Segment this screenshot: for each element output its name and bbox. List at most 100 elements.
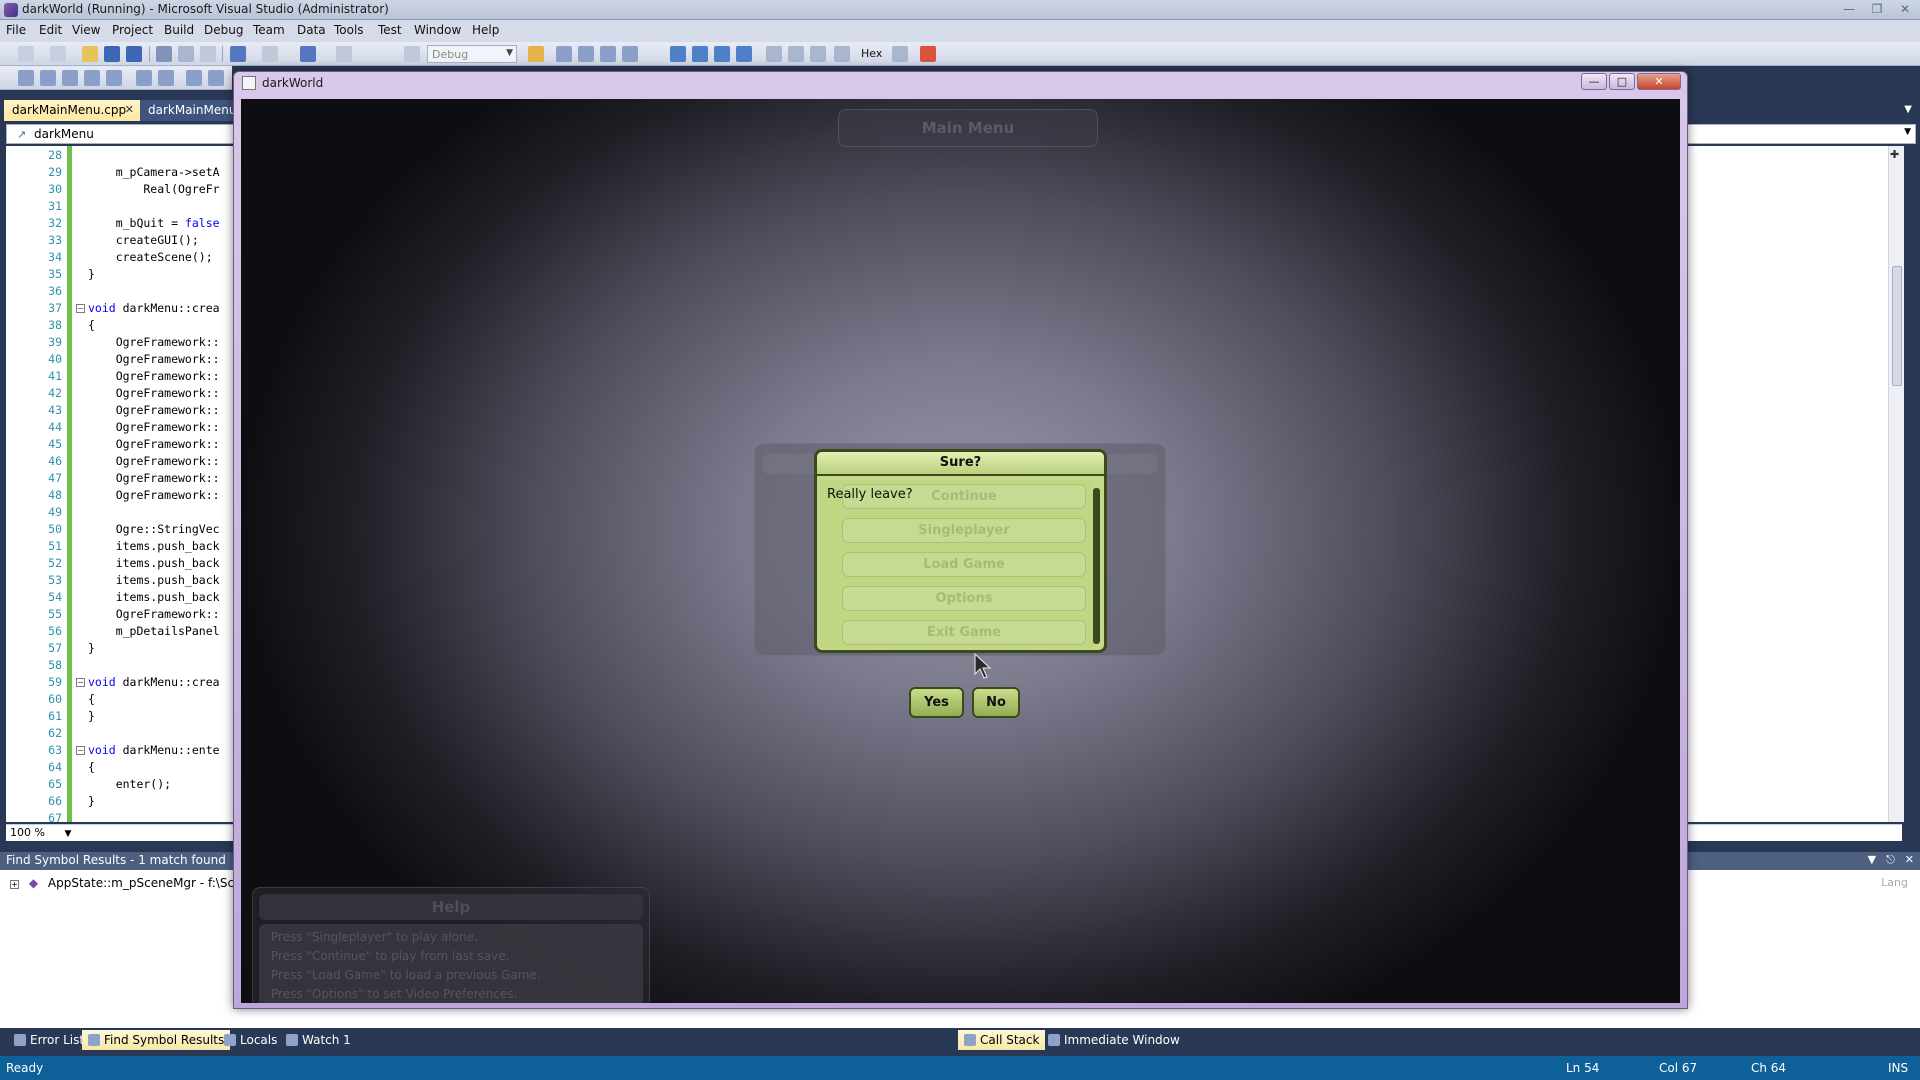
navigate-forward-icon[interactable] <box>336 46 352 62</box>
code-line[interactable]: void darkMenu::crea <box>88 675 220 689</box>
find-in-files-icon[interactable] <box>528 46 544 62</box>
menu-team[interactable]: Team <box>253 23 285 37</box>
code-line[interactable]: { <box>88 692 95 706</box>
menu-window[interactable]: Window <box>414 23 461 37</box>
result-row[interactable]: + ◆ AppState::m_pSceneMgr - f:\Schoo <box>10 876 256 890</box>
close-icon[interactable]: ✕ <box>1637 73 1681 90</box>
chevron-down-icon[interactable]: ▼ <box>1868 853 1876 867</box>
navigate-backward-icon[interactable] <box>300 46 316 62</box>
stop-icon[interactable] <box>920 46 936 62</box>
redo-icon[interactable] <box>262 46 278 62</box>
menu-data[interactable]: Data <box>297 23 326 37</box>
chevron-down-icon[interactable]: ▼ <box>64 829 71 839</box>
breakpoints-icon[interactable] <box>892 46 908 62</box>
properties-icon[interactable] <box>578 46 594 62</box>
show-next-statement-icon[interactable] <box>766 46 782 62</box>
save-icon[interactable] <box>104 46 120 62</box>
tab-immediate-window[interactable]: Immediate Window <box>1042 1030 1186 1050</box>
code-line[interactable]: void darkMenu::crea <box>88 301 220 315</box>
new-project-icon[interactable] <box>18 46 34 62</box>
code-line[interactable]: m_pDetailsPanel <box>88 624 220 638</box>
hex-display-toggle[interactable]: Hex <box>861 47 882 60</box>
collapse-region-icon[interactable]: − <box>76 678 85 687</box>
code-line[interactable]: Ogre::StringVec <box>88 522 220 536</box>
tab-watch-1[interactable]: Watch 1 <box>280 1030 357 1050</box>
code-line[interactable]: OgreFramework:: <box>88 420 220 434</box>
no-button[interactable]: No <box>972 687 1020 718</box>
code-line[interactable]: OgreFramework:: <box>88 454 220 468</box>
code-line[interactable]: } <box>88 641 95 655</box>
parameter-info-icon[interactable] <box>40 70 56 86</box>
code-line[interactable]: items.push_back <box>88 556 220 570</box>
code-line[interactable]: createGUI(); <box>88 233 199 247</box>
undo-icon[interactable] <box>230 46 246 62</box>
solution-configuration-select[interactable]: Debug ▼ <box>427 45 517 63</box>
close-icon[interactable]: ✕ <box>1894 1 1916 17</box>
increase-indent-icon[interactable] <box>158 70 174 86</box>
tab-find-symbol-results[interactable]: Find Symbol Results <box>82 1030 231 1050</box>
split-window-icon[interactable]: ✚ <box>1890 148 1902 161</box>
minimize-icon[interactable]: — <box>1581 73 1607 90</box>
code-line[interactable]: items.push_back <box>88 539 220 553</box>
object-browser-icon[interactable] <box>600 46 616 62</box>
code-line[interactable]: Real(OgreFr <box>88 182 219 196</box>
code-line[interactable]: enter(); <box>88 777 171 791</box>
menu-tools[interactable]: Tools <box>334 23 364 37</box>
display-object-member-list-icon[interactable] <box>18 70 34 86</box>
code-line[interactable]: OgreFramework:: <box>88 471 220 485</box>
menu-project[interactable]: Project <box>112 23 153 37</box>
solution-explorer-icon[interactable] <box>556 46 572 62</box>
close-tab-icon[interactable]: ✕ <box>125 103 134 116</box>
code-line[interactable]: items.push_back <box>88 573 220 587</box>
zoom-level[interactable]: 100 % <box>10 826 45 839</box>
toolbox-icon[interactable] <box>622 46 638 62</box>
minimize-icon[interactable]: — <box>1838 1 1860 17</box>
continue-icon[interactable] <box>670 46 686 62</box>
code-line[interactable]: OgreFramework:: <box>88 488 220 502</box>
maximize-icon[interactable]: □ <box>1609 73 1635 90</box>
quick-info-icon[interactable] <box>62 70 78 86</box>
code-line[interactable]: } <box>88 794 95 808</box>
pin-icon[interactable]: ⎋ <box>1886 853 1895 867</box>
code-line[interactable]: { <box>88 760 95 774</box>
collapse-region-icon[interactable]: − <box>76 746 85 755</box>
menu-edit[interactable]: Edit <box>39 23 62 37</box>
code-line[interactable]: OgreFramework:: <box>88 386 220 400</box>
code-line[interactable]: { <box>88 318 95 332</box>
code-line[interactable]: m_pCamera->setA <box>88 165 220 179</box>
code-line[interactable]: } <box>88 267 95 281</box>
step-into-icon[interactable] <box>788 46 804 62</box>
menu-test[interactable]: Test <box>378 23 402 37</box>
code-line[interactable]: items.push_back <box>88 590 220 604</box>
tab-error-list[interactable]: Error List <box>8 1030 90 1050</box>
menu-debug[interactable]: Debug <box>204 23 243 37</box>
code-line[interactable]: OgreFramework:: <box>88 607 220 621</box>
code-line[interactable]: createScene(); <box>88 250 213 264</box>
scrollbar-thumb[interactable] <box>1892 266 1902 386</box>
step-over-icon[interactable] <box>810 46 826 62</box>
code-line[interactable]: void darkMenu::ente <box>88 743 220 757</box>
expand-icon[interactable]: + <box>10 880 19 889</box>
tab-darkmainmenu-h[interactable]: darkMainMenu.h <box>140 100 236 121</box>
column-header-language[interactable]: Lang <box>1881 876 1908 889</box>
code-line[interactable]: OgreFramework:: <box>88 437 220 451</box>
toggle-bookmark-icon[interactable] <box>106 70 122 86</box>
menu-build[interactable]: Build <box>164 23 194 37</box>
stop-debugging-icon[interactable] <box>714 46 730 62</box>
dialog-scrollbar[interactable] <box>1093 488 1100 644</box>
uncomment-icon[interactable] <box>208 70 224 86</box>
tab-darkmainmenu-cpp[interactable]: darkMainMenu.cpp ✕ <box>4 100 140 121</box>
collapse-region-icon[interactable]: − <box>76 304 85 313</box>
load-game-button[interactable]: Load Game <box>842 552 1086 577</box>
copy-icon[interactable] <box>178 46 194 62</box>
tab-locals[interactable]: Locals <box>218 1030 283 1050</box>
menu-help[interactable]: Help <box>472 23 499 37</box>
close-icon[interactable]: ✕ <box>1905 853 1914 867</box>
code-line[interactable]: OgreFramework:: <box>88 369 220 383</box>
break-all-icon[interactable] <box>692 46 708 62</box>
open-file-icon[interactable] <box>82 46 98 62</box>
menu-view[interactable]: View <box>72 23 100 37</box>
code-line[interactable]: OgreFramework:: <box>88 352 220 366</box>
tab-call-stack[interactable]: Call Stack <box>958 1030 1046 1050</box>
tab-list-dropdown-icon[interactable]: ▼ <box>1904 104 1912 115</box>
